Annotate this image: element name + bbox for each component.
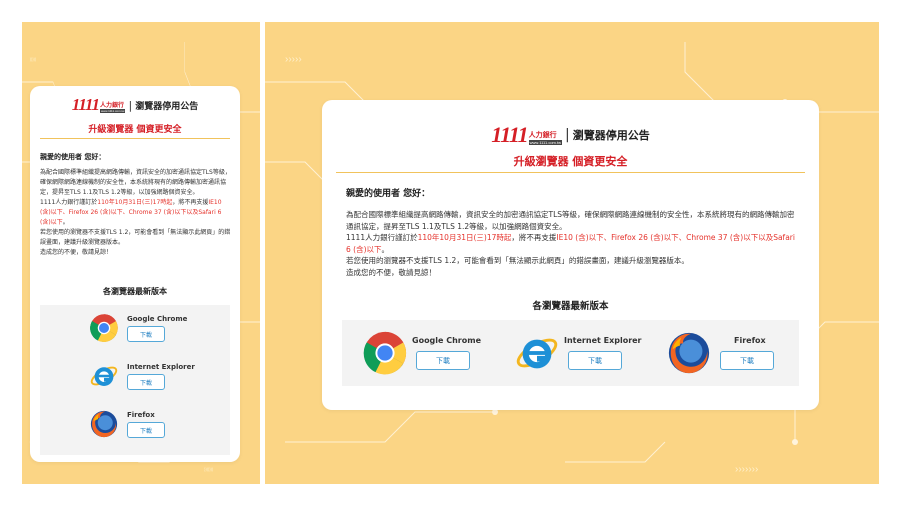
logo[interactable]: 1111 人力銀行 www.1111.com.tw bbox=[71, 95, 126, 114]
download-chrome-button[interactable]: 下載 bbox=[416, 351, 470, 370]
chrome-icon bbox=[89, 313, 119, 343]
browser-name: Firefox bbox=[127, 411, 155, 419]
logo[interactable]: 1111 人力銀行 www.1111.com.tw bbox=[491, 122, 562, 147]
browser-item-firefox: Firefox 下載 bbox=[646, 320, 798, 386]
header-brand: 1111 人力銀行 www.1111.com.tw | 瀏覽器停用公告 bbox=[30, 96, 240, 114]
download-ie-button[interactable]: 下載 bbox=[127, 374, 165, 390]
logo-url: www.1111.com.tw bbox=[99, 109, 126, 113]
browser-name: Google Chrome bbox=[127, 315, 188, 323]
page-title: 瀏覽器停用公告 bbox=[135, 101, 199, 112]
firefox-icon bbox=[89, 409, 119, 439]
browser-name: Google Chrome bbox=[412, 336, 482, 345]
browser-item-chrome: Google Chrome 下載 bbox=[40, 309, 230, 353]
notice-card: 1111 人力銀行 www.1111.com.tw | 瀏覽器停用公告 升級瀏覽… bbox=[322, 100, 819, 410]
logo-number: 1111 bbox=[71, 95, 100, 114]
mobile-view: 1111 人力銀行 www.1111.com.tw | 瀏覽器停用公告 升級瀏覽… bbox=[22, 22, 260, 484]
desktop-view: 1111 人力銀行 www.1111.com.tw | 瀏覽器停用公告 升級瀏覽… bbox=[265, 22, 879, 484]
paragraph: 造成您的不便，敬請見諒！ bbox=[40, 249, 113, 256]
paragraph: 為配合國際標準組織提高網路傳輸，資訊安全的加密通訊協定TLS等級，確保網際網路連… bbox=[346, 210, 795, 231]
download-chrome-button[interactable]: 下載 bbox=[127, 326, 165, 342]
page-title: 瀏覽器停用公告 bbox=[572, 129, 650, 142]
paragraph: 1111人力銀行謹訂於110年10月31日(三)17時起，將不再支援IE10 (… bbox=[346, 233, 795, 254]
browser-item-firefox: Firefox 下載 bbox=[40, 405, 230, 449]
browser-name: Firefox bbox=[734, 336, 766, 345]
notice-body: 為配合國際標準組織提高網路傳輸，資訊安全的加密通訊協定TLS等級，確保網際網路連… bbox=[346, 209, 799, 278]
notice-card: 1111 人力銀行 www.1111.com.tw | 瀏覽器停用公告 升級瀏覽… bbox=[30, 86, 240, 462]
paragraph: 為配合國際標準組織提高網路傳輸，資訊安全的加密通訊協定TLS等級，確保網際網路連… bbox=[40, 169, 231, 196]
chrome-icon bbox=[362, 330, 408, 376]
logo-url: www.1111.com.tw bbox=[528, 140, 562, 145]
subtitle: 升級瀏覽器 個資更安全 bbox=[88, 125, 182, 135]
paragraph: 1111人力銀行謹訂於110年10月31日(三)17時起，將不再支援IE10 (… bbox=[40, 199, 222, 226]
notice-body: 為配合國際標準組織提高網路傳輸，資訊安全的加密通訊協定TLS等級，確保網際網路連… bbox=[40, 168, 232, 258]
greeting: 親愛的使用者 您好： bbox=[40, 153, 106, 161]
logo-number: 1111 bbox=[491, 122, 528, 147]
divider bbox=[336, 172, 805, 173]
section-title: 各瀏覽器最新版本 bbox=[532, 301, 609, 312]
browser-list: Google Chrome 下載 Internet Explorer 下載 Fi… bbox=[40, 305, 230, 455]
download-firefox-button[interactable]: 下載 bbox=[720, 351, 774, 370]
paragraph: 造成您的不便，敬請見諒！ bbox=[346, 267, 436, 277]
browser-list: Google Chrome 下載 Internet Explorer 下載 Fi… bbox=[342, 320, 799, 386]
firefox-icon bbox=[666, 330, 712, 376]
deadline-date: 110年10月31日(三)17時起 bbox=[97, 199, 173, 206]
title-separator: | bbox=[128, 98, 133, 112]
deadline-date: 110年10月31日(三)17時起 bbox=[417, 233, 512, 242]
browser-item-chrome: Google Chrome 下載 bbox=[342, 320, 494, 386]
browser-item-ie: Internet Explorer 下載 bbox=[494, 320, 646, 386]
internet-explorer-icon bbox=[89, 361, 119, 391]
title-separator: | bbox=[564, 127, 570, 143]
download-firefox-button[interactable]: 下載 bbox=[127, 422, 165, 438]
browser-name: Internet Explorer bbox=[127, 363, 195, 371]
subtitle: 升級瀏覽器 個資更安全 bbox=[513, 155, 628, 168]
logo-brand: 人力銀行 bbox=[528, 131, 557, 139]
browser-name: Internet Explorer bbox=[564, 336, 642, 345]
section-title: 各瀏覽器最新版本 bbox=[103, 287, 167, 296]
greeting: 親愛的使用者 您好： bbox=[346, 189, 431, 199]
internet-explorer-icon bbox=[514, 330, 560, 376]
paragraph: 若您使用的瀏覽器不支援TLS 1.2，可能會看到「無法顯示此網頁」的錯誤畫面，建… bbox=[346, 256, 689, 265]
logo-brand: 人力銀行 bbox=[99, 102, 124, 109]
browser-item-ie: Internet Explorer 下載 bbox=[40, 357, 230, 401]
download-ie-button[interactable]: 下載 bbox=[568, 351, 622, 370]
divider bbox=[40, 138, 230, 139]
paragraph: 若您使用的瀏覽器不支援TLS 1.2，可能會看到「無法顯示此網頁」的錯誤畫面，建… bbox=[40, 229, 231, 246]
header-brand: 1111 人力銀行 www.1111.com.tw | 瀏覽器停用公告 bbox=[322, 124, 819, 146]
